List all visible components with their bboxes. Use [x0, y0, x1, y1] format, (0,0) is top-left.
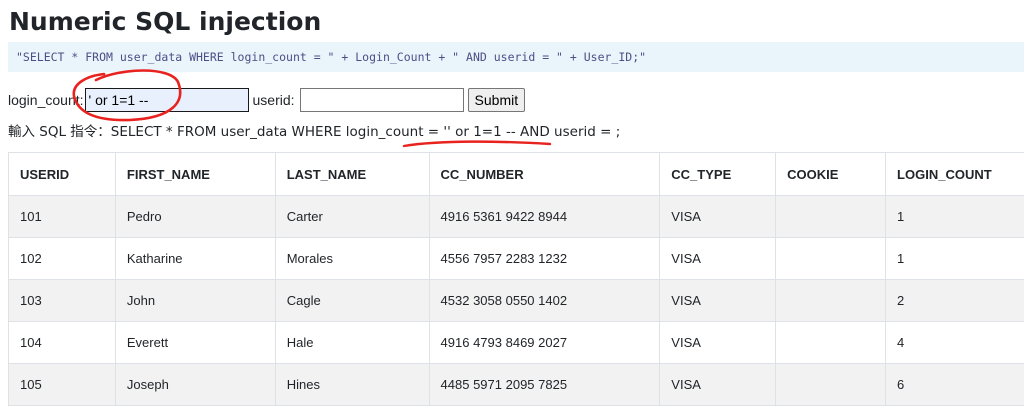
table-cell	[775, 321, 887, 364]
table-cell: Hines	[274, 363, 430, 406]
login-count-input[interactable]	[84, 88, 249, 112]
column-header: COOKIE	[775, 152, 887, 196]
red-underline-annotation	[402, 140, 552, 148]
table-row: 101 Pedro Carter 4916 5361 9422 8944 VIS…	[8, 195, 1024, 238]
table-cell: Joseph	[114, 363, 276, 406]
table-cell	[775, 363, 887, 406]
column-header: USERID	[8, 152, 116, 196]
table-row: 104 Everett Hale 4916 4793 8469 2027 VIS…	[8, 321, 1024, 364]
table-cell: 2	[885, 279, 1024, 322]
table-cell: 4532 3058 0550 1402	[428, 279, 661, 322]
table-cell: 102	[8, 237, 116, 280]
column-header: LOGIN_COUNT	[885, 152, 1024, 196]
executed-sql-result: 輸入 SQL 指令：SELECT * FROM user_data WHERE …	[8, 124, 621, 140]
sql-query-code: "SELECT * FROM user_data WHERE login_cou…	[16, 50, 647, 64]
table-cell	[775, 195, 887, 238]
page-title: Numeric SQL injection	[9, 7, 322, 36]
table-cell: 4	[885, 321, 1024, 364]
table-row: 105 Joseph Hines 4485 5971 2095 7825 VIS…	[8, 363, 1024, 406]
table-cell: 105	[8, 363, 116, 406]
table-cell: 104	[8, 321, 116, 364]
column-header: CC_NUMBER	[428, 152, 661, 196]
table-cell: VISA	[659, 195, 777, 238]
table-cell: VISA	[659, 237, 777, 280]
table-cell: 4916 5361 9422 8944	[428, 195, 661, 238]
table-cell: Morales	[274, 237, 430, 280]
column-header: CC_TYPE	[659, 152, 777, 196]
table-row: 102 Katharine Morales 4556 7957 2283 123…	[8, 237, 1024, 280]
sql-query-code-block: "SELECT * FROM user_data WHERE login_cou…	[8, 42, 1024, 72]
table-cell	[775, 237, 887, 280]
table-cell: 103	[8, 279, 116, 322]
table-cell: VISA	[659, 321, 777, 364]
table-cell: VISA	[659, 279, 777, 322]
table-cell: Katharine	[114, 237, 276, 280]
table-cell: 101	[8, 195, 116, 238]
table-cell: Hale	[274, 321, 430, 364]
table-header-row: USERID FIRST_NAME LAST_NAME CC_NUMBER CC…	[8, 152, 1024, 196]
table-cell: 4916 4793 8469 2027	[428, 321, 661, 364]
userid-label: userid:	[252, 92, 295, 108]
table-cell	[775, 279, 887, 322]
column-header: FIRST_NAME	[114, 152, 276, 196]
submit-button[interactable]: Submit	[467, 88, 526, 112]
table-cell: 4485 5971 2095 7825	[428, 363, 661, 406]
table-cell: Everett	[114, 321, 276, 364]
table-cell: John	[114, 279, 276, 322]
user-data-table: USERID FIRST_NAME LAST_NAME CC_NUMBER CC…	[8, 152, 1024, 406]
column-header: LAST_NAME	[274, 152, 430, 196]
table-cell: Cagle	[274, 279, 430, 322]
table-cell: Carter	[274, 195, 430, 238]
table-row: 103 John Cagle 4532 3058 0550 1402 VISA …	[8, 279, 1024, 322]
login-count-label: login_count:	[8, 92, 84, 108]
table-cell: 4556 7957 2283 1232	[428, 237, 661, 280]
table-cell: 6	[885, 363, 1024, 406]
userid-input[interactable]	[299, 88, 464, 112]
injection-form: login_count: userid: Submit	[8, 88, 526, 112]
table-cell: 1	[885, 237, 1024, 280]
table-cell: VISA	[659, 363, 777, 406]
table-cell: 1	[885, 195, 1024, 238]
table-cell: Pedro	[114, 195, 276, 238]
